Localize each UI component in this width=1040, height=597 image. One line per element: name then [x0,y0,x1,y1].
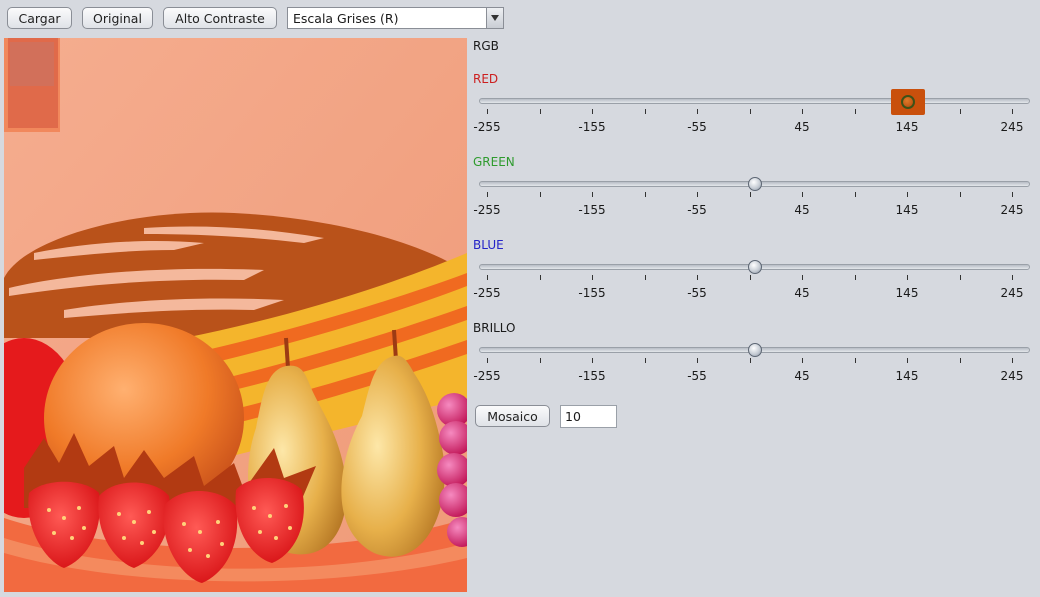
slider-tick [907,275,908,280]
fruit-image [4,38,467,592]
slider-thumb-red[interactable] [891,89,925,115]
slider-tick-label: -155 [578,120,606,134]
slider-thumb-green[interactable] [748,177,762,191]
slider-tick-label: -255 [473,120,501,134]
slider-tick [487,109,488,114]
slider-tick [1012,275,1013,280]
slider-tick [592,192,593,197]
slider-tick-label: 145 [895,369,919,383]
slider-tick-label: 245 [1000,286,1024,300]
slider-tick [592,109,593,114]
load-button[interactable]: Cargar [7,7,72,29]
slider-tick [907,358,908,363]
slider-tick-label: 245 [1000,203,1024,217]
filter-select-value: Escala Grises (R) [293,10,399,26]
slider-tick [960,358,961,363]
slider-tick [592,275,593,280]
slider-tick [1012,192,1013,197]
slider-tick [802,109,803,114]
slider-tick-label: -155 [578,286,606,300]
slider-tick-label: 45 [794,120,810,134]
slider-tick [1012,109,1013,114]
slider-tick [802,275,803,280]
slider-tick-label: -155 [578,203,606,217]
slider-tick [750,275,751,280]
slider-tick-label: -55 [687,203,707,217]
slider-label-blue: BLUE [473,238,504,252]
slider-tick [697,275,698,280]
filter-select[interactable]: Escala Grises (R) [287,7,504,29]
image-canvas [4,38,467,592]
slider-label-brillo: BRILLO [473,321,516,335]
slider-tick [540,109,541,114]
slider-tick [645,358,646,363]
slider-thumb-brillo[interactable] [748,343,762,357]
slider-tick-label: -155 [578,369,606,383]
slider-tick [592,358,593,363]
slider-tick-label: 45 [794,286,810,300]
slider-tick [645,275,646,280]
slider-tick-label: -255 [473,286,501,300]
slider-tick-label: -55 [687,120,707,134]
slider-tick [1012,358,1013,363]
slider-tick [697,358,698,363]
rgb-group-label: RGB [473,39,499,53]
slider-tick [802,358,803,363]
slider-tick [750,109,751,114]
slider-tick-label: -255 [473,203,501,217]
slider-tick [907,192,908,197]
slider-label-green: GREEN [473,155,515,169]
mosaic-size-input[interactable]: 10 [560,405,617,428]
slider-tick [750,192,751,197]
mosaic-button[interactable]: Mosaico [475,405,550,427]
slider-tick-label: 45 [794,369,810,383]
slider-tick [802,192,803,197]
slider-tick [960,109,961,114]
original-button[interactable]: Original [82,7,153,29]
slider-label-red: RED [473,72,499,86]
slider-tick [855,275,856,280]
slider-tick [697,109,698,114]
slider-tick [855,192,856,197]
slider-tick [960,275,961,280]
slider-tick [487,358,488,363]
slider-tick [750,358,751,363]
slider-tick [697,192,698,197]
slider-tick-label: 45 [794,203,810,217]
slider-tick [487,192,488,197]
slider-tick-label: 145 [895,286,919,300]
slider-tick [540,358,541,363]
high-contrast-button[interactable]: Alto Contraste [163,7,277,29]
slider-tick [540,192,541,197]
slider-tick [855,109,856,114]
slider-tick [855,358,856,363]
slider-tick [960,192,961,197]
slider-tick [540,275,541,280]
slider-tick-label: 145 [895,120,919,134]
slider-tick-label: 145 [895,203,919,217]
slider-tick [487,275,488,280]
chevron-down-icon[interactable] [486,8,503,28]
slider-thumb-blue[interactable] [748,260,762,274]
slider-thumb-knob[interactable] [901,95,915,109]
slider-tick-label: -55 [687,286,707,300]
slider-tick-label: 245 [1000,369,1024,383]
slider-tick-label: -55 [687,369,707,383]
slider-tick [645,192,646,197]
slider-tick-label: -255 [473,369,501,383]
slider-tick [645,109,646,114]
slider-tick-label: 245 [1000,120,1024,134]
slider-track-red[interactable] [479,98,1030,104]
